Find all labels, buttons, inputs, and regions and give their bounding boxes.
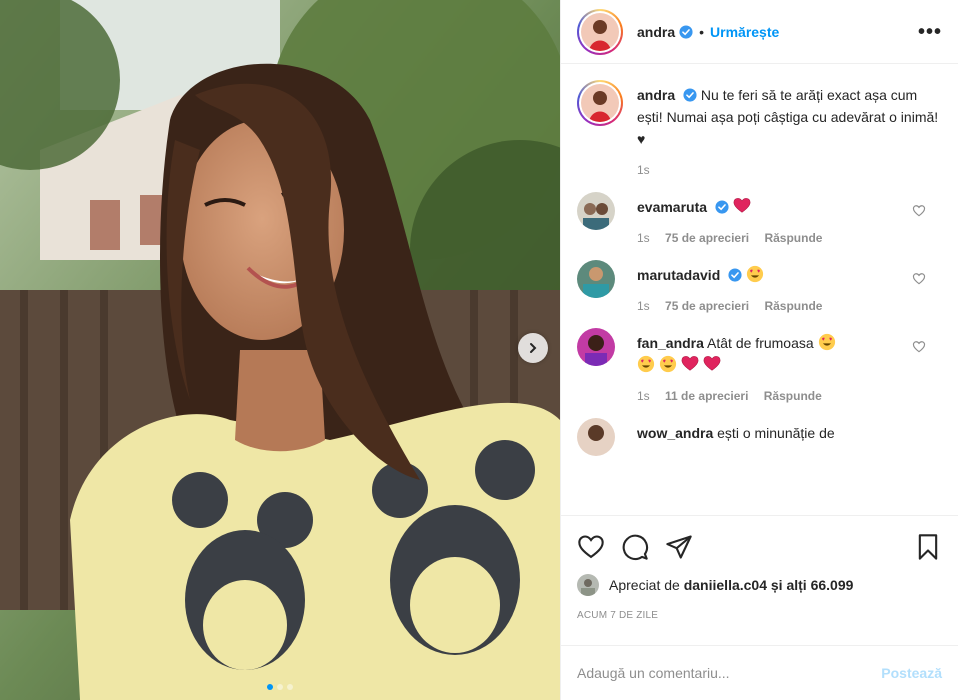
- author-avatar-image: [581, 12, 619, 51]
- photo-illustration: [0, 0, 560, 700]
- comment-item: fan_andra Atât de frumoasa 1s 11 de apre…: [577, 328, 942, 404]
- comment-item: evamaruta 1s 75 de aprecieri Răspunde: [577, 192, 942, 246]
- commenter-avatar-image: [577, 418, 615, 456]
- verified-icon: [715, 200, 729, 214]
- heart-eyes-emoji: [818, 333, 835, 351]
- more-icon[interactable]: •••: [918, 22, 942, 42]
- liker-avatar-image: [577, 574, 599, 596]
- comment-age: 1s: [637, 231, 650, 245]
- heart-eyes-emoji: [637, 355, 655, 373]
- post-photo[interactable]: [0, 0, 560, 700]
- instagram-post: andra • Urmărește ••• andra Nu te feri s…: [0, 0, 958, 700]
- heart-eyes-emoji: [746, 265, 764, 283]
- heart-eyes-emoji: [659, 355, 676, 373]
- post-side-panel: andra • Urmărește ••• andra Nu te feri s…: [560, 0, 958, 700]
- verified-icon: [728, 268, 742, 282]
- reply-button[interactable]: Răspunde: [764, 389, 822, 403]
- post-actions: Apreciat de daniiella.c04 și alți 66.099…: [561, 515, 958, 621]
- like-icon[interactable]: [577, 533, 605, 561]
- commenter-avatar[interactable]: [577, 328, 615, 366]
- commenter-avatar-image: [577, 328, 615, 366]
- reply-button[interactable]: Răspunde: [764, 231, 822, 245]
- next-arrow-icon: [530, 343, 537, 353]
- caption-avatar-image: [581, 84, 619, 122]
- caption-username[interactable]: andra: [637, 87, 675, 103]
- verified-icon: [679, 24, 693, 39]
- small-heart-icon[interactable]: [912, 204, 926, 218]
- commenter-username[interactable]: marutadavid: [637, 267, 720, 283]
- liker-avatar[interactable]: [577, 574, 599, 596]
- comment-text: Atât de frumoasa: [707, 335, 814, 351]
- separator-dot: •: [699, 23, 705, 40]
- comment-input[interactable]: [577, 665, 882, 681]
- carousel-dot: [277, 684, 283, 690]
- comment-age: 1s: [637, 389, 650, 403]
- carousel-dot: [287, 684, 293, 690]
- commenter-avatar[interactable]: [577, 260, 615, 298]
- liked-by-others[interactable]: și alți 66.099: [771, 577, 854, 593]
- caption-age: 1s: [637, 163, 650, 177]
- reply-button[interactable]: Răspunde: [764, 299, 822, 313]
- liked-by-summary: Apreciat de daniiella.c04 și alți 66.099: [577, 574, 942, 596]
- add-comment-bar: Postează: [561, 645, 958, 700]
- commenter-username[interactable]: fan_andra: [637, 335, 704, 351]
- small-heart-icon[interactable]: [912, 272, 926, 286]
- comment-likes[interactable]: 75 de aprecieri: [665, 299, 749, 313]
- commenter-avatar[interactable]: [577, 418, 615, 456]
- comment-likes[interactable]: 75 de aprecieri: [665, 231, 749, 245]
- comments-list[interactable]: andra Nu te feri să te arăți exact așa c…: [561, 64, 958, 515]
- post-caption: andra Nu te feri să te arăți exact așa c…: [577, 80, 942, 178]
- carousel-dots: [0, 684, 560, 690]
- small-heart-icon[interactable]: [912, 340, 926, 354]
- author-avatar[interactable]: [577, 8, 623, 55]
- post-comment-button[interactable]: Postează: [881, 665, 942, 681]
- comment-item: marutadavid 1s 75 de aprecieri Răspunde: [577, 260, 942, 314]
- post-header: andra • Urmărește •••: [561, 0, 958, 64]
- next-image-button[interactable]: [518, 333, 548, 363]
- red-heart-emoji: [733, 198, 751, 213]
- verified-icon: [683, 88, 697, 102]
- liked-by-prefix: Apreciat de: [609, 577, 680, 593]
- post-date[interactable]: ACUM 7 DE ZILE: [577, 610, 942, 621]
- comment-icon[interactable]: [621, 533, 649, 561]
- comment-item: wow_andra ești o minunăție de: [577, 418, 942, 456]
- author-username[interactable]: andra: [637, 24, 675, 40]
- liked-by-user[interactable]: daniiella.c04: [684, 577, 767, 593]
- commenter-username[interactable]: evamaruta: [637, 199, 707, 215]
- carousel-dot: [267, 684, 273, 690]
- comment-likes[interactable]: 11 de aprecieri: [665, 389, 748, 403]
- red-heart-emoji: [681, 356, 699, 371]
- comment-text: ești o minunăție de: [717, 425, 835, 441]
- commenter-username[interactable]: wow_andra: [637, 425, 713, 441]
- share-icon[interactable]: [665, 533, 693, 561]
- commenter-avatar[interactable]: [577, 192, 615, 230]
- commenter-avatar-image: [577, 192, 615, 230]
- save-icon[interactable]: [914, 533, 942, 561]
- caption-author-avatar[interactable]: [577, 80, 623, 126]
- red-heart-emoji: [703, 356, 721, 371]
- commenter-avatar-image: [577, 260, 615, 298]
- comment-age: 1s: [637, 299, 650, 313]
- follow-button[interactable]: Urmărește: [710, 24, 779, 40]
